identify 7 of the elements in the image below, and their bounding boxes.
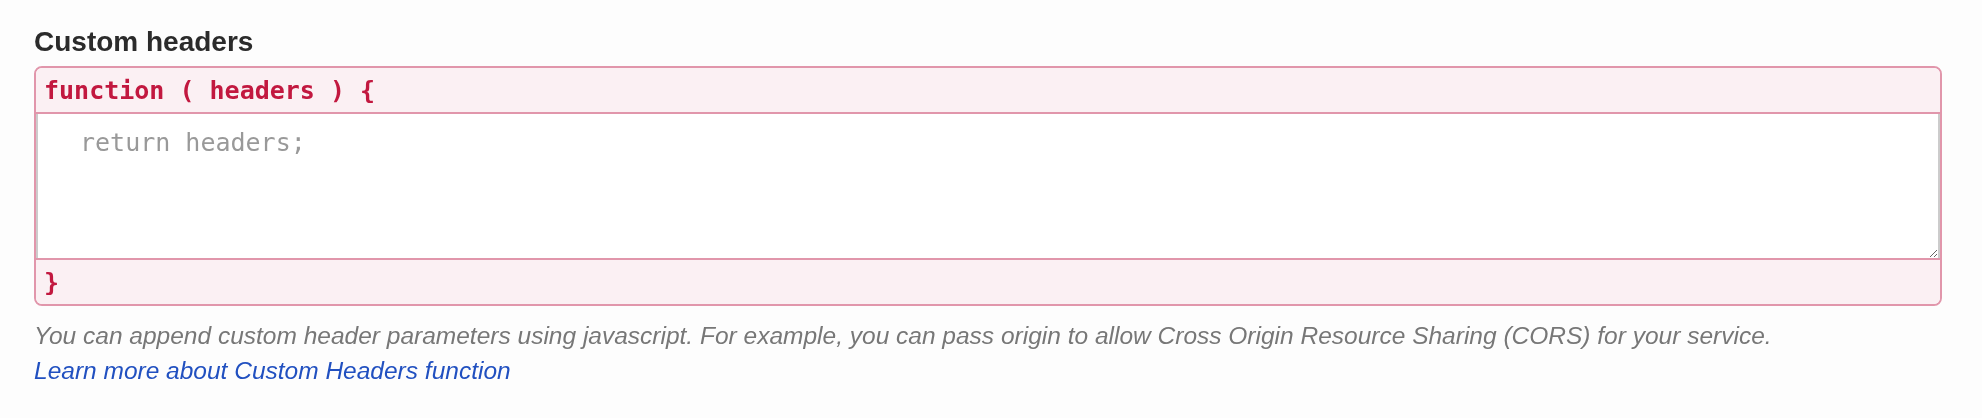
code-line: }: [44, 267, 60, 297]
code-line: function ( headers ) {: [44, 75, 376, 105]
help-text: You can append custom header parameters using javascript. For example, you can pass origin to allow Cross Origin Resource Sharing (CORS) for your service. Learn more about Custom Headers function: [34, 321, 1773, 386]
section-title: Custom headers: [34, 26, 254, 58]
code-editor[interactable]: function ( headers ) { return headers; }: [34, 66, 1942, 306]
code-field[interactable]: return headers;: [36, 114, 1940, 258]
learn-more-link[interactable]: Learn more about Custom Headers function: [34, 357, 511, 384]
